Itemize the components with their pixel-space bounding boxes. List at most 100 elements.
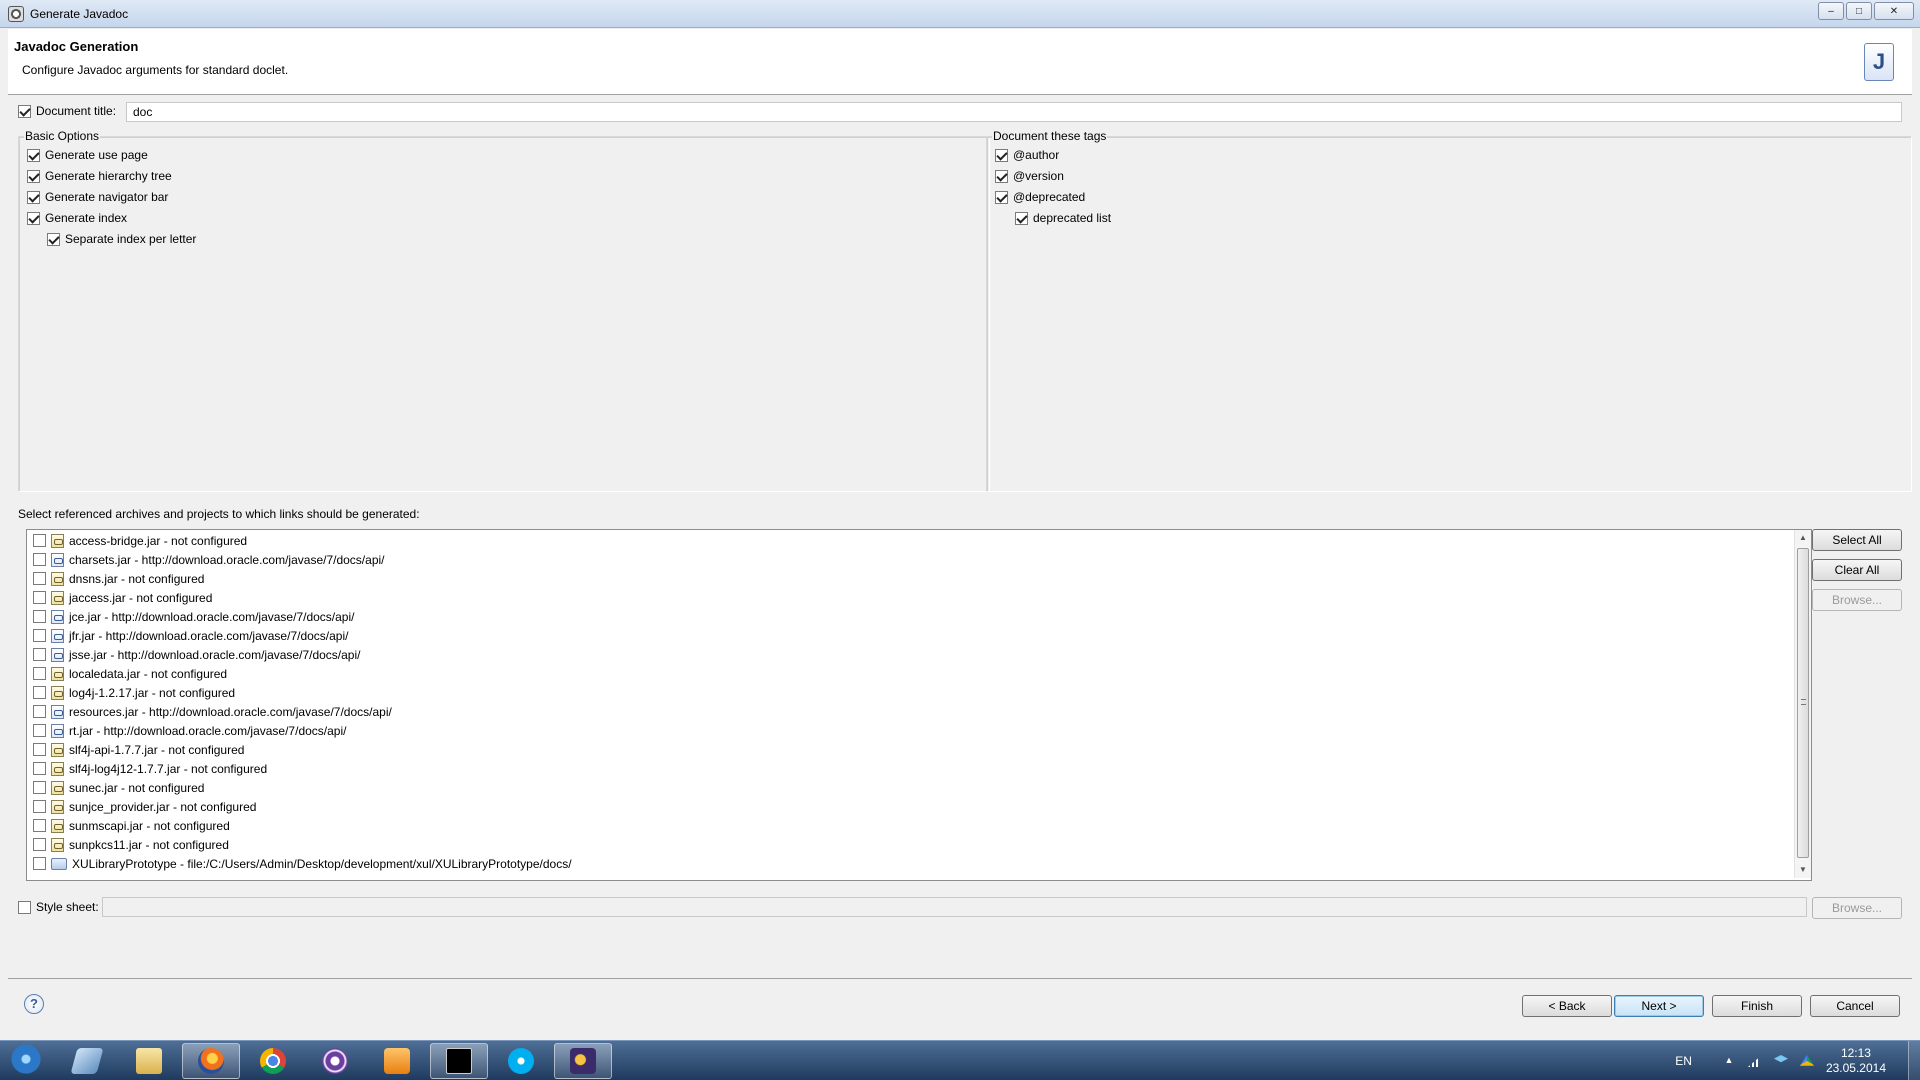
tag-version-checkbox[interactable]	[995, 169, 1008, 183]
link-checkbox[interactable]	[33, 667, 46, 680]
list-item[interactable]: slf4j-api-1.7.7.jar - not configured	[33, 740, 244, 759]
document-title-option[interactable]: Document title:	[18, 104, 116, 118]
list-item[interactable]: jsse.jar - http://download.oracle.com/ja…	[33, 645, 360, 664]
taskbar-cmd-icon[interactable]	[430, 1043, 488, 1079]
taskbar-firefox-icon[interactable]	[182, 1043, 240, 1079]
link-checkbox[interactable]	[33, 648, 46, 661]
cancel-button[interactable]: Cancel	[1810, 995, 1900, 1017]
generate-use-page-checkbox[interactable]	[27, 148, 40, 162]
scroll-down-icon[interactable]: ▼	[1795, 862, 1811, 878]
deprecated-list-option[interactable]: deprecated list	[1015, 211, 1111, 225]
list-item[interactable]: charsets.jar - http://download.oracle.co…	[33, 550, 385, 569]
close-button[interactable]: ✕	[1874, 2, 1914, 20]
style-sheet-option[interactable]: Style sheet:	[18, 900, 99, 914]
list-item[interactable]: dnsns.jar - not configured	[33, 569, 204, 588]
maximize-button[interactable]: □	[1846, 2, 1872, 20]
links-browse-button[interactable]: Browse...	[1812, 589, 1902, 611]
tag-author-option[interactable]: @author	[995, 148, 1059, 162]
minimize-button[interactable]: ‒	[1818, 2, 1844, 20]
tag-version-option[interactable]: @version	[995, 169, 1064, 183]
taskbar-media-player-icon[interactable]	[368, 1043, 426, 1079]
list-item[interactable]: sunjce_provider.jar - not configured	[33, 797, 256, 816]
list-item[interactable]: rt.jar - http://download.oracle.com/java…	[33, 721, 346, 740]
show-desktop-button[interactable]	[1908, 1041, 1920, 1080]
style-sheet-input[interactable]	[102, 897, 1807, 917]
list-item[interactable]: jaccess.jar - not configured	[33, 588, 212, 607]
list-item[interactable]: jfr.jar - http://download.oracle.com/jav…	[33, 626, 348, 645]
link-checkbox[interactable]	[33, 857, 46, 870]
generate-navigator-bar-option[interactable]: Generate navigator bar	[27, 190, 168, 204]
tag-deprecated-option[interactable]: @deprecated	[995, 190, 1085, 204]
taskbar-skype-icon[interactable]	[492, 1043, 550, 1079]
generate-index-checkbox[interactable]	[27, 211, 40, 225]
help-icon[interactable]: ?	[24, 994, 44, 1014]
link-checkbox[interactable]	[33, 534, 46, 547]
link-checkbox[interactable]	[33, 629, 46, 642]
next-button[interactable]: Next >	[1614, 995, 1704, 1017]
link-checkbox[interactable]	[33, 591, 46, 604]
link-checkbox[interactable]	[33, 800, 46, 813]
link-checkbox[interactable]	[33, 553, 46, 566]
link-checkbox[interactable]	[33, 705, 46, 718]
link-checkbox[interactable]	[33, 686, 46, 699]
list-item[interactable]: slf4j-log4j12-1.7.7.jar - not configured	[33, 759, 267, 778]
network-signal-icon[interactable]	[1747, 1055, 1762, 1067]
scrollbar-thumb[interactable]	[1797, 548, 1809, 858]
list-item[interactable]: jce.jar - http://download.oracle.com/jav…	[33, 607, 354, 626]
list-item[interactable]: sunpkcs11.jar - not configured	[33, 835, 229, 854]
link-checkbox[interactable]	[33, 819, 46, 832]
language-indicator[interactable]: EN	[1675, 1054, 1692, 1068]
link-checkbox[interactable]	[33, 610, 46, 623]
footer-separator	[8, 978, 1912, 979]
tray-expand-icon[interactable]: ▲	[1722, 1055, 1736, 1067]
list-item-label: sunjce_provider.jar - not configured	[69, 799, 257, 814]
link-checkbox[interactable]	[33, 838, 46, 851]
list-vertical-scrollbar[interactable]: ▲ ▼	[1794, 530, 1811, 878]
generate-hierarchy-tree-option[interactable]: Generate hierarchy tree	[27, 169, 172, 183]
deprecated-list-checkbox[interactable]	[1015, 211, 1028, 225]
list-item[interactable]: resources.jar - http://download.oracle.c…	[33, 702, 392, 721]
taskbar-eclipse-icon[interactable]	[554, 1043, 612, 1079]
dropbox-icon[interactable]	[1773, 1055, 1788, 1063]
style-sheet-browse-button[interactable]: Browse...	[1812, 897, 1902, 919]
list-item[interactable]: access-bridge.jar - not configured	[33, 531, 247, 550]
document-title-checkbox[interactable]	[18, 104, 31, 118]
link-checkbox[interactable]	[33, 572, 46, 585]
taskbar-chrome-icon[interactable]	[244, 1043, 302, 1079]
generate-index-option[interactable]: Generate index	[27, 211, 127, 225]
clear-all-button[interactable]: Clear All	[1812, 559, 1902, 581]
list-item[interactable]: localedata.jar - not configured	[33, 664, 227, 683]
scroll-up-icon[interactable]: ▲	[1795, 530, 1811, 546]
link-checkbox[interactable]	[33, 762, 46, 775]
start-button-icon[interactable]	[2, 1042, 50, 1080]
separate-index-option[interactable]: Separate index per letter	[47, 232, 196, 246]
select-all-button[interactable]: Select All	[1812, 529, 1902, 551]
taskbar-explorer-icon[interactable]	[58, 1043, 116, 1079]
document-title-input[interactable]: doc	[126, 102, 1902, 122]
back-button[interactable]: < Back	[1522, 995, 1612, 1017]
link-checkbox[interactable]	[33, 781, 46, 794]
referenced-archives-list[interactable]: access-bridge.jar - not configured chars…	[26, 529, 1812, 881]
tag-deprecated-checkbox[interactable]	[995, 190, 1008, 204]
link-checkbox[interactable]	[33, 743, 46, 756]
taskbar-torrent-icon[interactable]	[306, 1043, 364, 1079]
generate-hierarchy-tree-checkbox[interactable]	[27, 169, 40, 183]
list-item[interactable]: log4j-1.2.17.jar - not configured	[33, 683, 235, 702]
link-checkbox[interactable]	[33, 724, 46, 737]
generate-use-page-option[interactable]: Generate use page	[27, 148, 148, 162]
list-item[interactable]: XULibraryPrototype - file:/C:/Users/Admi…	[33, 854, 572, 873]
finish-button[interactable]: Finish	[1712, 995, 1802, 1017]
list-item-label: sunec.jar - not configured	[69, 780, 205, 795]
generate-navigator-bar-checkbox[interactable]	[27, 190, 40, 204]
style-sheet-checkbox[interactable]	[18, 900, 31, 914]
list-item[interactable]: sunec.jar - not configured	[33, 778, 204, 797]
option-label: @author	[1013, 148, 1060, 162]
system-clock[interactable]: 12:13 23.05.2014	[1826, 1046, 1886, 1076]
google-drive-icon[interactable]	[1799, 1055, 1814, 1066]
separate-index-checkbox[interactable]	[47, 232, 60, 246]
clock-date: 23.05.2014	[1825, 1061, 1886, 1075]
taskbar-folder-icon[interactable]	[120, 1043, 178, 1079]
chrome-glyph-icon	[260, 1048, 286, 1074]
tag-author-checkbox[interactable]	[995, 148, 1008, 162]
list-item[interactable]: sunmscapi.jar - not configured	[33, 816, 230, 835]
